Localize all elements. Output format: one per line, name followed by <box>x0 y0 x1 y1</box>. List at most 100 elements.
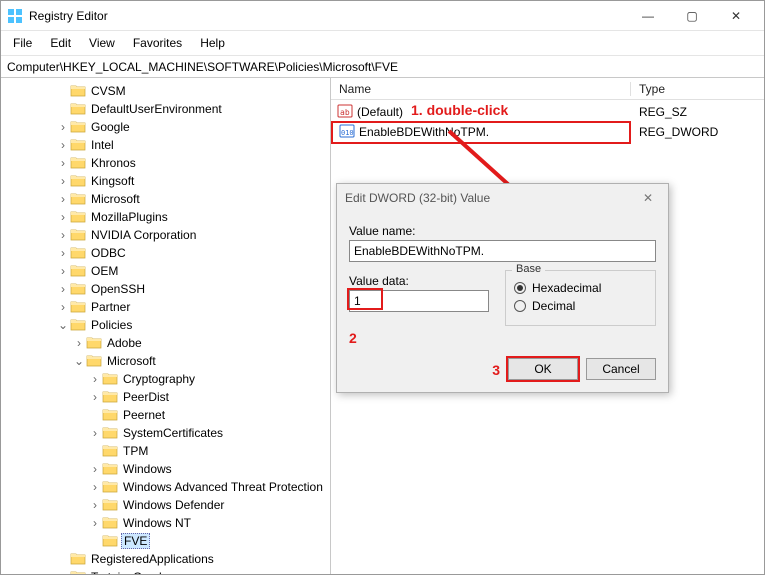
minimize-button[interactable]: — <box>626 2 670 30</box>
tree-item-label: ODBC <box>89 246 128 260</box>
folder-icon <box>69 119 89 136</box>
tree-item[interactable]: › OEM <box>5 262 330 280</box>
chevron-right-icon[interactable]: › <box>57 120 69 134</box>
value-name-input[interactable] <box>349 240 656 262</box>
tree-item[interactable]: ›MozillaPlugins <box>5 208 330 226</box>
tree-item[interactable]: ›CVSM <box>5 82 330 100</box>
menu-view[interactable]: View <box>81 33 123 53</box>
tree-item[interactable]: ›Microsoft <box>5 190 330 208</box>
content-area: ›CVSM›DefaultUserEnvironment›Google›Inte… <box>1 78 764 574</box>
tree-item[interactable]: ⌄Microsoft <box>5 352 330 370</box>
tree-item[interactable]: › Khronos <box>5 154 330 172</box>
tree-item-label: Windows <box>121 462 174 476</box>
tree-item-label: RegisteredApplications <box>89 552 216 566</box>
value-type-icon: 010 <box>339 123 355 142</box>
menu-file[interactable]: File <box>5 33 40 53</box>
folder-icon <box>101 371 121 388</box>
chevron-right-icon[interactable]: › <box>57 156 69 170</box>
chevron-right-icon[interactable]: › <box>89 498 101 512</box>
tree-item[interactable]: ⌄Policies <box>5 316 330 334</box>
tree-item[interactable]: ›PeerDist <box>5 388 330 406</box>
tree-item[interactable]: › ODBC <box>5 244 330 262</box>
tree-item-label: Google <box>89 120 132 134</box>
folder-icon <box>101 461 121 478</box>
chevron-right-icon[interactable]: › <box>89 516 101 530</box>
value-name-label: Value name: <box>349 224 656 238</box>
menu-help[interactable]: Help <box>192 33 233 53</box>
tree-item-label: Windows Advanced Threat Protection <box>121 480 325 494</box>
tree-item[interactable]: › Google <box>5 118 330 136</box>
tree-item[interactable]: ›OpenSSH <box>5 280 330 298</box>
tree-item[interactable]: › Windows Advanced Threat Protection <box>5 478 330 496</box>
chevron-right-icon[interactable]: › <box>89 480 101 494</box>
dialog-close-button[interactable]: ✕ <box>636 191 660 205</box>
tree-item-label: OEM <box>89 264 120 278</box>
value-row[interactable]: 010EnableBDEWithNoTPM.REG_DWORD <box>331 122 764 142</box>
tree-item-label: DefaultUserEnvironment <box>89 102 224 116</box>
tree-item-label: Windows NT <box>121 516 193 530</box>
chevron-right-icon[interactable]: › <box>57 246 69 260</box>
folder-icon <box>69 137 89 154</box>
chevron-right-icon[interactable]: › <box>57 210 69 224</box>
close-button[interactable]: ✕ <box>714 2 758 30</box>
chevron-right-icon[interactable]: › <box>89 390 101 404</box>
radio-dec[interactable]: Decimal <box>514 299 647 313</box>
chevron-right-icon[interactable]: › <box>73 336 85 350</box>
folder-icon <box>69 191 89 208</box>
tree-item[interactable]: ›FVE <box>5 532 330 550</box>
folder-icon <box>101 389 121 406</box>
value-data-input[interactable] <box>349 290 489 312</box>
chevron-right-icon[interactable]: › <box>57 228 69 242</box>
tree-item[interactable]: › Windows NT <box>5 514 330 532</box>
folder-icon <box>69 299 89 316</box>
tree-item[interactable]: › Windows Defender <box>5 496 330 514</box>
ok-button[interactable]: OK <box>508 358 578 380</box>
list-header: Name Type <box>331 78 764 100</box>
menu-edit[interactable]: Edit <box>42 33 79 53</box>
col-type[interactable]: Type <box>631 82 764 96</box>
chevron-right-icon[interactable]: › <box>57 282 69 296</box>
chevron-right-icon[interactable]: › <box>57 138 69 152</box>
chevron-right-icon[interactable]: › <box>89 372 101 386</box>
tree-item[interactable]: ›Peernet <box>5 406 330 424</box>
tree-item[interactable]: › Intel <box>5 136 330 154</box>
tree-item-label: NVIDIA Corporation <box>89 228 198 242</box>
radio-dec-label: Decimal <box>532 299 575 313</box>
chevron-down-icon[interactable]: ⌄ <box>73 354 85 368</box>
tree-item-label: CVSM <box>89 84 128 98</box>
tree-item[interactable]: ›TortoiseOverlays <box>5 568 330 574</box>
chevron-right-icon[interactable]: › <box>89 426 101 440</box>
value-row[interactable]: ab(Default)REG_SZ <box>331 102 764 122</box>
tree-item[interactable]: ›DefaultUserEnvironment <box>5 100 330 118</box>
tree-item-label: Khronos <box>89 156 138 170</box>
tree-item[interactable]: › NVIDIA Corporation <box>5 226 330 244</box>
chevron-right-icon[interactable]: › <box>57 300 69 314</box>
tree-item-label: FVE <box>121 533 150 549</box>
radio-hex-icon <box>514 282 526 294</box>
chevron-right-icon[interactable]: › <box>57 192 69 206</box>
value-data-label: Value data: <box>349 274 489 288</box>
chevron-down-icon[interactable]: ⌄ <box>57 318 69 332</box>
tree-item-label: Intel <box>89 138 116 152</box>
key-tree[interactable]: ›CVSM›DefaultUserEnvironment›Google›Inte… <box>1 78 331 574</box>
chevron-right-icon[interactable]: › <box>89 462 101 476</box>
tree-item-label: Windows Defender <box>121 498 226 512</box>
folder-icon <box>69 227 89 244</box>
tree-item[interactable]: ›TPM <box>5 442 330 460</box>
radio-hex[interactable]: Hexadecimal <box>514 281 647 295</box>
folder-icon <box>101 407 121 424</box>
tree-item[interactable]: ›Kingsoft <box>5 172 330 190</box>
chevron-right-icon[interactable]: › <box>57 264 69 278</box>
tree-item[interactable]: ›RegisteredApplications <box>5 550 330 568</box>
maximize-button[interactable]: ▢ <box>670 2 714 30</box>
tree-item[interactable]: ›Adobe <box>5 334 330 352</box>
chevron-right-icon[interactable]: › <box>57 174 69 188</box>
tree-item[interactable]: ›Cryptography <box>5 370 330 388</box>
menu-favorites[interactable]: Favorites <box>125 33 190 53</box>
col-name[interactable]: Name <box>331 82 631 96</box>
tree-item[interactable]: ›SystemCertificates <box>5 424 330 442</box>
address-input[interactable] <box>7 60 758 74</box>
tree-item[interactable]: › Windows <box>5 460 330 478</box>
cancel-button[interactable]: Cancel <box>586 358 656 380</box>
tree-item[interactable]: ›Partner <box>5 298 330 316</box>
